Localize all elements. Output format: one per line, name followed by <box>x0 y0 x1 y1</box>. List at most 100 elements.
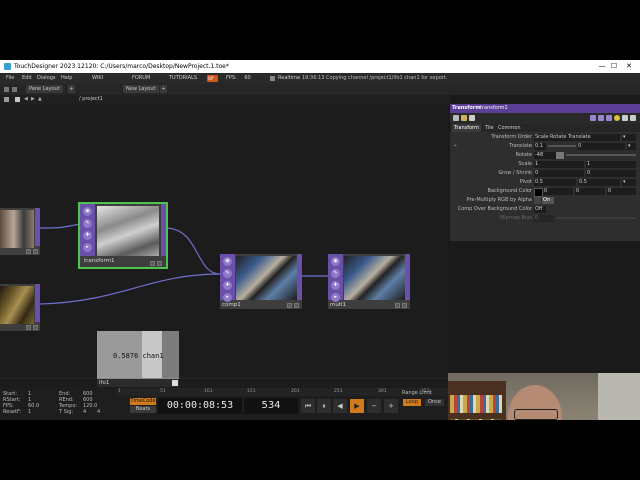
mult1-viewer-icon[interactable]: ◉ <box>331 257 340 266</box>
premultiply-toggle[interactable]: On <box>542 197 554 204</box>
pane-layout-button[interactable]: Pane Layout <box>26 85 63 93</box>
mult1-display-icon[interactable]: ▸ <box>331 293 340 302</box>
network-editor[interactable]: ◉ ✎ ✚ ▸ transform1 ◉ ✎ ✚ ▸ comp1 ◉ ✎ ✚ ▸… <box>0 104 448 388</box>
forward-arrow-icon[interactable]: ▶ <box>31 95 35 104</box>
tab-transform[interactable]: Transform <box>452 124 481 132</box>
network-path[interactable]: / project1 <box>79 95 103 104</box>
timecode-display[interactable]: 00:00:08:53 <box>158 398 242 414</box>
transform-order-dropdown[interactable]: ▾ <box>622 134 636 141</box>
info-icon[interactable] <box>469 115 475 121</box>
menu-forum[interactable]: FORUM <box>132 73 150 84</box>
python-icon[interactable] <box>461 115 467 121</box>
help-icon[interactable] <box>453 115 459 121</box>
translate-y-field[interactable]: 0 <box>577 143 625 150</box>
back-arrow-icon[interactable]: ◀ <box>24 95 28 104</box>
home-icon[interactable] <box>4 97 9 102</box>
color-icon[interactable] <box>614 115 620 121</box>
pane-layout-add-button[interactable]: + <box>68 85 75 93</box>
comp1-bypass-icon[interactable]: ✎ <box>223 269 232 278</box>
tsig-numerator[interactable]: 4 <box>83 409 86 415</box>
tab-common[interactable]: Common <box>496 124 523 132</box>
mult1-node[interactable]: ◉ ✎ ✚ ▸ mult1 <box>328 254 410 309</box>
background-g-field[interactable]: 0 <box>575 188 605 195</box>
panel-icon[interactable] <box>15 97 20 102</box>
timeline-ruler[interactable]: 1 51 101 151 201 251 301 351 <box>116 388 448 396</box>
comp-over-toggle[interactable]: Off <box>534 206 546 213</box>
loop-button[interactable]: Loop <box>403 399 421 406</box>
comp1-display-icon[interactable]: ▸ <box>223 293 232 302</box>
app-icon <box>4 63 11 70</box>
menu-wiki[interactable]: WIKI <box>92 73 103 84</box>
comp1-viewer-icon[interactable]: ◉ <box>223 257 232 266</box>
realtime-checkbox[interactable] <box>270 76 275 81</box>
new-layout-add-button[interactable]: + <box>160 85 167 93</box>
rotate-field[interactable]: -48 <box>534 152 556 159</box>
bypass-icon[interactable]: ✎ <box>83 219 92 228</box>
background-b-field[interactable]: 0 <box>607 188 636 195</box>
step-forward-button[interactable]: + <box>384 399 398 413</box>
perform-mode-button[interactable]: OP <box>207 75 218 82</box>
timecode-button[interactable]: TimeCode <box>130 398 156 405</box>
menu-file[interactable]: File <box>6 73 14 84</box>
maximize-button[interactable]: ☐ <box>606 60 622 73</box>
lock-icon[interactable]: ✚ <box>83 231 92 240</box>
background-r-field[interactable]: 0 <box>543 188 573 195</box>
resetf-value[interactable]: 1 <box>28 409 31 415</box>
mult1-bypass-icon[interactable]: ✎ <box>331 269 340 278</box>
compare-icon[interactable] <box>590 115 596 121</box>
movie-in-node-1[interactable] <box>0 208 40 255</box>
rotate-slider[interactable] <box>566 154 636 156</box>
new-layout-button[interactable]: New Layout <box>123 85 159 93</box>
expand-icon[interactable] <box>630 115 636 121</box>
language-icon[interactable] <box>606 115 612 121</box>
scale-x-field[interactable]: 1 <box>534 161 584 168</box>
play-button[interactable]: ▶ <box>350 399 364 413</box>
fps-readout: FPS: 60 <box>226 73 251 84</box>
fps-value: 60 <box>244 75 251 81</box>
comp1-node[interactable]: ◉ ✎ ✚ ▸ comp1 <box>220 254 302 309</box>
movie-in-node-2[interactable] <box>0 284 40 331</box>
pivot-y-field[interactable]: 0.5 <box>578 179 620 186</box>
pivot-x-field[interactable]: 0.5 <box>534 179 576 186</box>
scale-y-field[interactable]: 1 <box>586 161 636 168</box>
menu-dialogs[interactable]: Dialogs <box>37 73 56 84</box>
menu-tutorials[interactable]: TUTORIALS <box>169 73 197 84</box>
grow-x-field[interactable]: 0 <box>534 170 584 177</box>
step-back-button[interactable]: ◀ <box>333 399 347 413</box>
transform1-node[interactable]: ◉ ✎ ✚ ▸ transform1 <box>78 202 168 269</box>
param-rotate: Rotate -48 <box>450 151 640 160</box>
translate-x-field[interactable]: 0.1 <box>534 143 546 150</box>
transform1-label: transform1 <box>84 258 115 264</box>
ruler-tick: 151 <box>247 389 256 394</box>
add-icon[interactable] <box>622 115 628 121</box>
touchdesigner-window: TouchDesigner 2023.12120: C:/Users/marco… <box>0 60 640 420</box>
pane-split-icon[interactable] <box>4 87 9 92</box>
lfo1-expand-button[interactable] <box>172 380 178 386</box>
mult1-lock-icon[interactable]: ✚ <box>331 281 340 290</box>
parameter-tabs: Transform Tile Common <box>450 124 640 132</box>
viewer-icon[interactable]: ◉ <box>83 207 92 216</box>
operator-name[interactable]: transform1 <box>480 104 508 113</box>
tag-icon[interactable] <box>598 115 604 121</box>
lfo1-node[interactable]: 0.5876 chan1 lfo1 <box>97 331 179 387</box>
menu-edit[interactable]: Edit <box>22 73 32 84</box>
menu-help[interactable]: Help <box>61 73 72 84</box>
beats-button[interactable]: Beats <box>130 406 156 413</box>
rewind-button[interactable]: ⏮ <box>301 399 315 413</box>
comp1-lock-icon[interactable]: ✚ <box>223 281 232 290</box>
display-icon[interactable]: ▸ <box>83 243 92 252</box>
once-button[interactable]: Once <box>425 399 444 406</box>
frame-display[interactable]: 534 <box>244 398 298 414</box>
pane-type-icon[interactable] <box>12 87 17 92</box>
mipmap-bias-field[interactable]: 0 <box>534 215 554 222</box>
operator-type: Transform <box>452 105 481 111</box>
parameter-header: Transform transform1 <box>450 104 640 113</box>
close-button[interactable]: ✕ <box>621 60 637 73</box>
tsig-denominator[interactable]: 4 <box>97 409 100 415</box>
pause-button[interactable]: ⏸ <box>317 399 331 413</box>
transform-order-menu[interactable]: Scale Rotate Translate <box>534 134 620 141</box>
up-arrow-icon[interactable]: ▲ <box>38 95 42 104</box>
step-backward-button[interactable]: − <box>367 399 381 413</box>
grow-y-field[interactable]: 0 <box>586 170 636 177</box>
tab-tile[interactable]: Tile <box>483 124 496 132</box>
